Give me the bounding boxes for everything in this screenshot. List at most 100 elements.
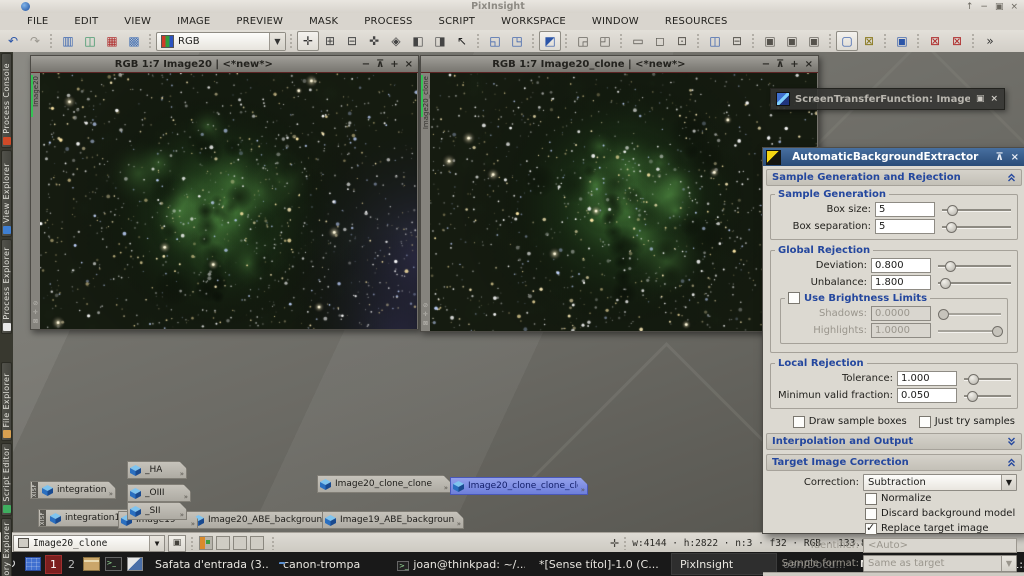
- unbalance-input[interactable]: 1.800: [871, 275, 931, 290]
- zoom-1-1-icon[interactable]: ◱: [484, 31, 506, 51]
- unbalance-slider[interactable]: [938, 277, 1011, 289]
- abe-titlebar[interactable]: AutomaticBackgroundExtractor ⊼ ×: [763, 148, 1024, 166]
- image-identifier-icon[interactable]: ▥: [57, 31, 79, 51]
- section-target-image-correction[interactable]: Target Image Correction: [766, 454, 1022, 471]
- image-window-2-titlebar[interactable]: RGB 1:7 Image20_clone | <*new*> − ⊼ + ×: [421, 56, 818, 73]
- sync-views-icon[interactable]: ▣: [781, 31, 803, 51]
- menu-window[interactable]: WINDOW: [579, 14, 652, 29]
- just-try-samples-option[interactable]: Just try samples: [919, 416, 1015, 428]
- minimized-window-integration[interactable]: XISFintegration»: [30, 481, 116, 499]
- task-pixinsight[interactable]: PixInsight: [671, 553, 777, 575]
- zoom-out-mode-icon[interactable]: ⊟: [341, 31, 363, 51]
- tolerance-input[interactable]: 1.000: [897, 371, 957, 386]
- toolbar-grip[interactable]: [564, 33, 569, 49]
- workspace-thumb-3[interactable]: [233, 536, 247, 550]
- menu-view[interactable]: VIEW: [111, 14, 164, 29]
- just-try-samples-checkbox[interactable]: [919, 416, 931, 428]
- box-size-slider[interactable]: [942, 204, 1011, 216]
- image-1-canvas[interactable]: [40, 73, 417, 329]
- box-separation-input[interactable]: 5: [875, 219, 935, 234]
- display-mode-selector[interactable]: RGB▼: [156, 32, 286, 51]
- close-icon[interactable]: ×: [990, 94, 998, 104]
- histogram-icon[interactable]: ▦: [101, 31, 123, 51]
- close-icon[interactable]: ×: [805, 59, 813, 70]
- menu-script[interactable]: SCRIPT: [426, 14, 489, 29]
- image-window-1-titlebar[interactable]: RGB 1:7 Image20 | <*new*> − ⊼ + ×: [31, 56, 418, 73]
- dock-tab-file-explorer[interactable]: File Explorer: [1, 362, 12, 441]
- keep-above-icon[interactable]: ↑: [966, 2, 974, 12]
- toolbar-grip[interactable]: [696, 33, 701, 49]
- toolbar-grip[interactable]: [476, 33, 481, 49]
- minimized-window-Image20_clone_clone[interactable]: Image20_clone_clone»: [317, 475, 451, 493]
- display-settings-icon[interactable]: [126, 555, 144, 573]
- task-joan-thinkpad-[interactable]: >_joan@thinkpad: ~/...: [393, 554, 529, 574]
- toolbar-grip[interactable]: [49, 33, 54, 49]
- minimized-window-Image20_ABE_background[interactable]: Image20_ABE_background»: [190, 511, 332, 529]
- workspace-thumb-1[interactable]: [199, 536, 213, 550]
- split-horizontal-icon[interactable]: ◫: [704, 31, 726, 51]
- edit-preview-mode-icon[interactable]: ◨: [429, 31, 451, 51]
- view-tab-label[interactable]: Image20_clone: [422, 76, 430, 129]
- duplicate-view-icon[interactable]: ▣: [803, 31, 825, 51]
- min-valid-fraction-slider[interactable]: [964, 390, 1011, 402]
- dock-tab-script-editor[interactable]: Script Editor: [1, 443, 12, 516]
- restore-icon[interactable]: ▣: [995, 2, 1004, 12]
- minimized-window-_HA[interactable]: _HA»: [127, 461, 187, 479]
- maximize-icon[interactable]: +: [790, 59, 798, 70]
- menu-process[interactable]: PROCESS: [351, 14, 425, 29]
- toolbar-grip[interactable]: [619, 33, 624, 49]
- dock-tab-history-explorer[interactable]: History Explorer: [1, 518, 12, 576]
- dock-tab-process-explorer[interactable]: Process Explorer: [1, 239, 12, 334]
- tolerance-slider[interactable]: [964, 373, 1011, 385]
- previous-view-icon[interactable]: ◲: [572, 31, 594, 51]
- select-mode-icon[interactable]: ↖: [451, 31, 473, 51]
- zoom-to-fit-icon[interactable]: ◳: [506, 31, 528, 51]
- toolbar-grip[interactable]: [531, 33, 536, 49]
- menu-file[interactable]: FILE: [14, 14, 61, 29]
- readout-options-icon[interactable]: ◻: [649, 31, 671, 51]
- new-window-button[interactable]: ▣: [168, 535, 186, 552]
- image-window-1-view-strip[interactable]: Image20 ⊘✛⊠: [31, 73, 40, 329]
- minimized-window-Image20_clone_clone_clone[interactable]: Image20_clone_clone_clone»: [450, 477, 588, 495]
- deviation-input[interactable]: 0.800: [871, 258, 931, 273]
- split-vertical-icon[interactable]: ⊟: [726, 31, 748, 51]
- fit-view-icon[interactable]: ✜: [363, 31, 385, 51]
- minimized-window-_OIII[interactable]: _OIII»: [127, 484, 191, 502]
- next-view-icon[interactable]: ◰: [594, 31, 616, 51]
- pan-mode-icon[interactable]: ✛: [297, 31, 319, 51]
- shade-icon[interactable]: ⊼: [376, 59, 384, 70]
- minimize-icon[interactable]: −: [980, 2, 988, 12]
- center-view-icon[interactable]: ◈: [385, 31, 407, 51]
- color-profile-icon[interactable]: ▩: [123, 31, 145, 51]
- replace-target-image-option[interactable]: Replace target image: [865, 523, 988, 535]
- workspace-button-1[interactable]: 1: [45, 555, 62, 574]
- maximize-icon[interactable]: +: [390, 59, 398, 70]
- image-window-2-view-strip[interactable]: Image20_clone ⊘✛⊠: [421, 73, 430, 331]
- image-2-canvas[interactable]: [430, 73, 817, 331]
- replace-target-image-checkbox[interactable]: [865, 523, 877, 535]
- reset-readout-icon[interactable]: ▭: [627, 31, 649, 51]
- abe-dialog[interactable]: AutomaticBackgroundExtractor ⊼ × Sample …: [762, 147, 1024, 534]
- drag-grip[interactable]: [271, 536, 276, 550]
- undo-icon[interactable]: ↶: [2, 31, 24, 51]
- swap-monitor-icon[interactable]: ▣: [891, 31, 913, 51]
- zoom-in-mode-icon[interactable]: ⊞: [319, 31, 341, 51]
- toolbar-overflow-icon[interactable]: »: [979, 31, 1001, 51]
- screen-capture-icon[interactable]: ◫: [79, 31, 101, 51]
- task-safata-d-entrada-3-[interactable]: Safata d'entrada (3...: [147, 554, 273, 574]
- toolbar-grip[interactable]: [883, 33, 888, 49]
- toolbar-grip[interactable]: [828, 33, 833, 49]
- dock-tab-view-explorer[interactable]: View Explorer: [1, 150, 12, 237]
- terminal-launcher-icon[interactable]: >_: [104, 555, 122, 573]
- menu-preview[interactable]: PREVIEW: [223, 14, 296, 29]
- use-brightness-limits-checkbox[interactable]: [788, 292, 800, 304]
- dock-tab-process-console[interactable]: Process Console: [1, 53, 12, 148]
- normalize-option[interactable]: Normalize: [865, 493, 931, 505]
- toolbar-grip[interactable]: [971, 33, 976, 49]
- toolbar-grip[interactable]: [289, 33, 294, 49]
- correction-select[interactable]: Subtraction ▼: [863, 474, 1017, 491]
- shade-icon[interactable]: ⊼: [995, 152, 1003, 163]
- link-views-icon[interactable]: ▣: [759, 31, 781, 51]
- close-screen-2-icon[interactable]: ⊠: [946, 31, 968, 51]
- stf-icon[interactable]: ◩: [539, 31, 561, 51]
